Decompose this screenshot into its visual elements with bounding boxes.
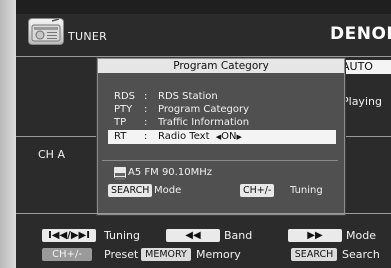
skip-button-badge[interactable]: I◀◀/▶▶I [42, 229, 96, 242]
popup-divider [102, 160, 338, 161]
menu-item-rds[interactable]: RDS: RDS Station [114, 91, 218, 102]
item-separator: : [144, 117, 148, 128]
left-bezel [0, 0, 16, 268]
menu-item-rt-selected[interactable]: RT: Radio Text ◀ON▶ [108, 130, 336, 144]
tuner-screen: TUNER DENON AUTO Playing CH A Program Ca… [0, 0, 391, 268]
popup-title: Program Category [98, 59, 344, 73]
memory-button-badge[interactable]: MEMORY [141, 248, 191, 261]
menu-item-pty[interactable]: PTY: Program Category [114, 104, 249, 115]
item-key: PTY [114, 104, 133, 115]
tuning-label: Tuning [290, 185, 323, 196]
item-separator: : [144, 104, 148, 115]
footer-divider [16, 213, 391, 214]
search-button-badge[interactable]: SEARCH [108, 184, 153, 197]
legend-preset: Preset [104, 248, 139, 261]
mode-label: Mode [154, 185, 182, 196]
item-value: Radio Text [158, 131, 210, 142]
item-separator: : [144, 91, 148, 102]
program-category-popup: Program Category RDS: RDS Station PTY: Pro… [97, 58, 345, 215]
ch-preset-button-badge[interactable]: CH+/- [42, 248, 92, 261]
channel-label: CH A [38, 148, 65, 161]
tuning-mode-indicator: AUTO [338, 60, 391, 74]
legend-memory: Memory [196, 248, 241, 261]
item-separator: : [144, 131, 148, 142]
item-value: Traffic Information [158, 117, 250, 128]
rewind-button-badge[interactable]: ◀◀ [166, 229, 220, 242]
item-value: RDS Station [158, 91, 218, 102]
legend-tuning: Tuning [104, 229, 141, 242]
legend-mode: Mode [346, 229, 376, 242]
header-divider [16, 56, 391, 57]
item-key: RDS [114, 91, 135, 102]
legend-search: Search [342, 248, 380, 261]
channel-divider-right [342, 136, 391, 137]
brand-logo: DENON [330, 24, 391, 44]
legend-band: Band [224, 229, 253, 242]
forward-button-badge[interactable]: ▶▶ [288, 229, 342, 242]
option-value: ON [221, 131, 237, 142]
station-memory-icon [114, 167, 126, 180]
item-value: Program Category [158, 104, 250, 115]
source-label: TUNER [68, 30, 108, 43]
option-right-arrow-icon[interactable]: ▶ [236, 133, 241, 141]
status-text: Playing [342, 95, 382, 108]
radio-icon [28, 18, 64, 45]
channel-divider-left [16, 136, 98, 137]
item-key: RT [114, 131, 127, 142]
search-footer-button-badge[interactable]: SEARCH [291, 248, 337, 261]
ch-button-badge[interactable]: CH+/- [240, 184, 275, 197]
item-key: TP [114, 117, 127, 128]
station-info: A5 FM 90.10MHz [128, 167, 212, 178]
menu-item-tp[interactable]: TP: Traffic Information [114, 117, 249, 128]
